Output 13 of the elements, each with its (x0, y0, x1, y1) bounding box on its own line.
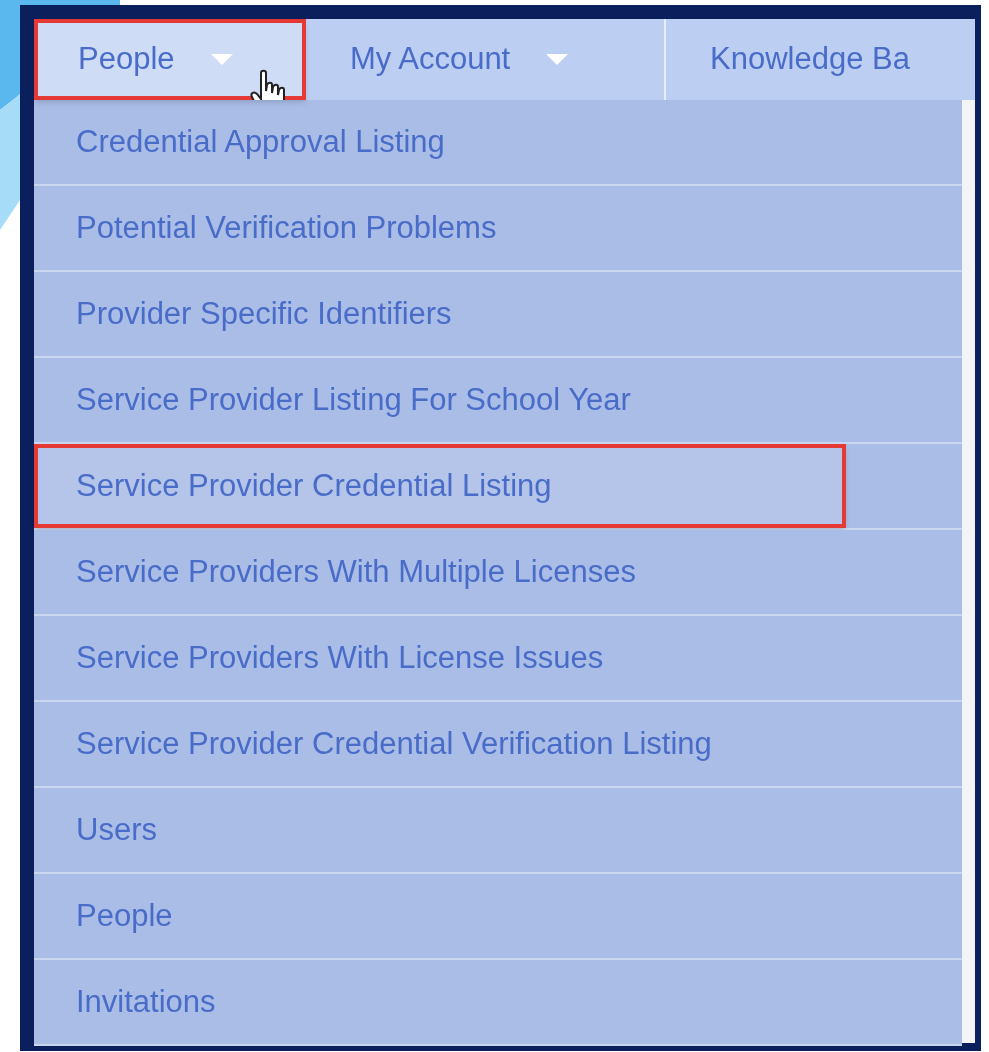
menu-item[interactable]: People (34, 874, 962, 958)
menu-item[interactable]: Service Provider Credential Verification Listing (34, 702, 962, 786)
menu-item[interactable]: Users (34, 788, 962, 872)
menu-item[interactable]: Service Provider Credential Listing (34, 444, 846, 528)
nav-tab[interactable]: Knowledge Ba (666, 19, 975, 100)
menu-item[interactable]: Service Providers With License Issues (34, 616, 962, 700)
menu-item[interactable]: Potential Verification Problems (34, 186, 962, 270)
menu-item[interactable]: Invitations (34, 960, 962, 1044)
nav-tab[interactable]: People (34, 19, 306, 100)
menu-item[interactable]: Provider Specific Identifiers (34, 272, 962, 356)
menu-item[interactable]: Service Providers With Multiple Licenses (34, 530, 962, 614)
menu-item[interactable]: Service Provider Listing For School Year (34, 358, 962, 442)
menu-item[interactable]: Credential Approval Listing (34, 100, 962, 184)
